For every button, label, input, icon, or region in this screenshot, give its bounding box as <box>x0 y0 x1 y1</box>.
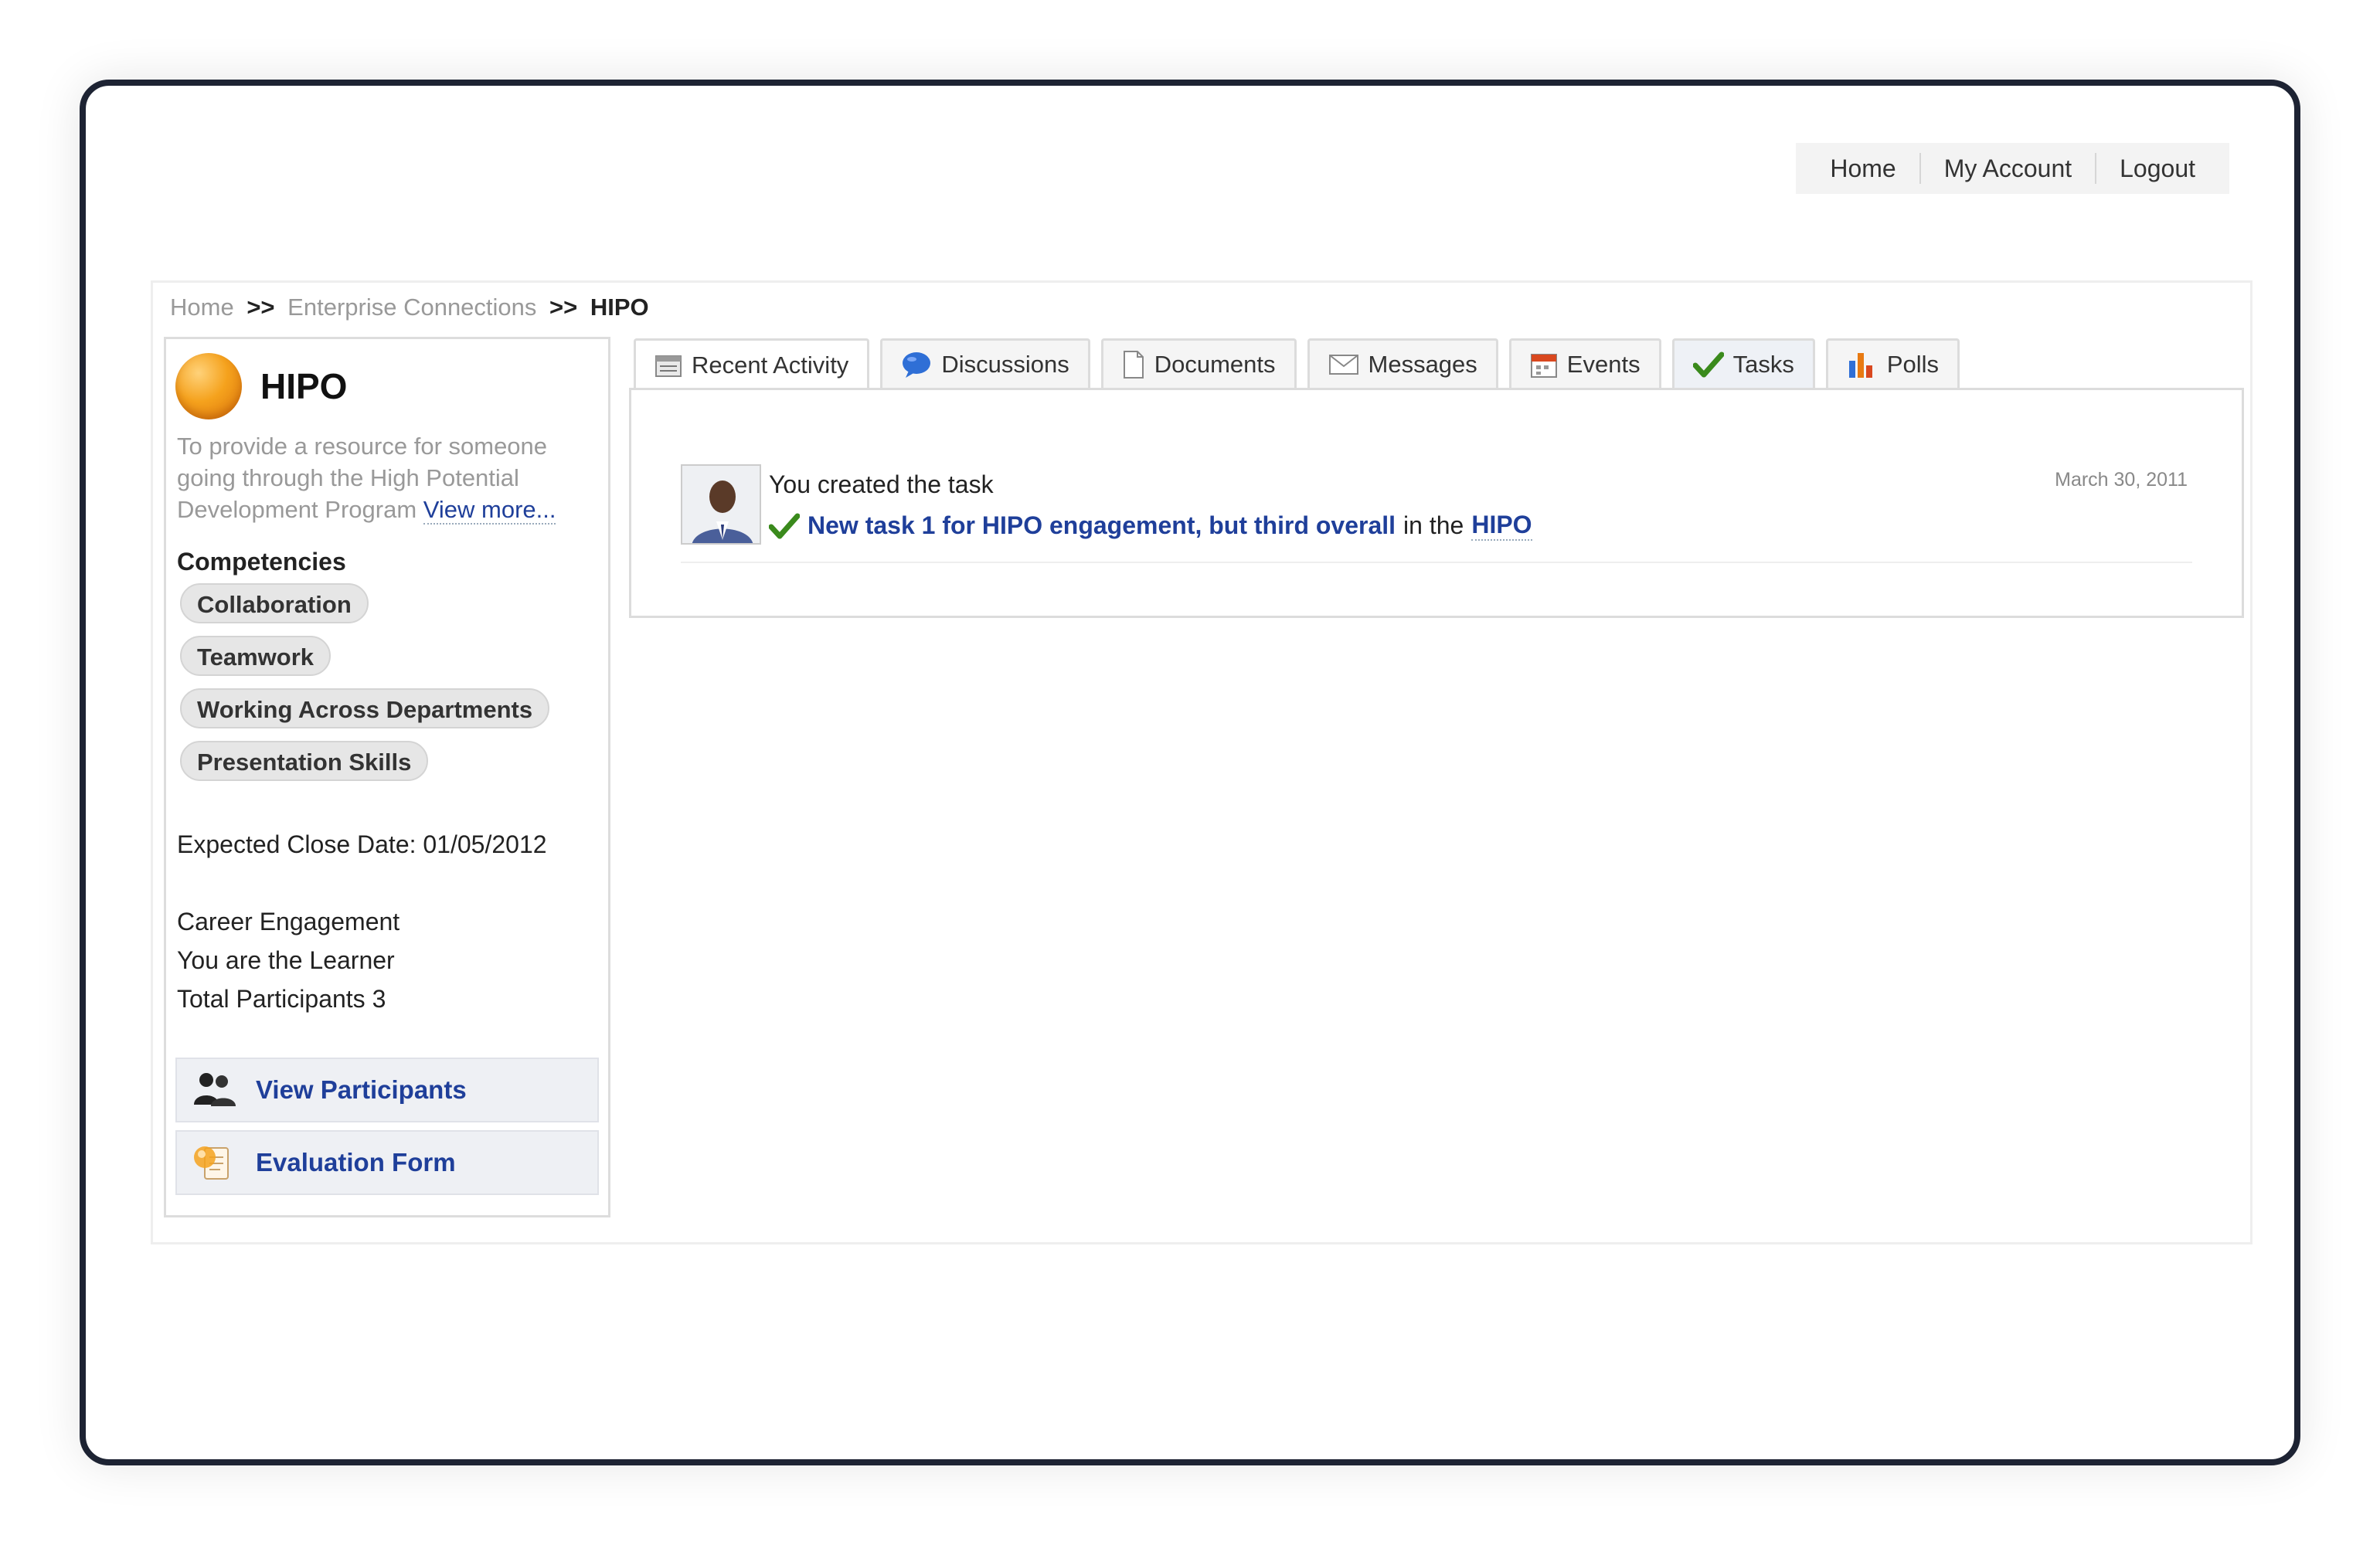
activity-date: March 30, 2011 <box>2055 469 2188 491</box>
app-window: Home My Account Logout Home >> Enterpris… <box>80 80 2300 1465</box>
breadcrumb-separator: >> <box>549 294 578 321</box>
user-role: You are the Learner <box>177 946 395 974</box>
person-avatar-icon <box>682 466 760 543</box>
task-link[interactable]: New task 1 for HIPO engagement, but thir… <box>808 511 1396 540</box>
competency-pill[interactable]: Presentation Skills <box>180 741 429 781</box>
tab-events-label: Events <box>1566 350 1640 378</box>
task-checkmark-icon <box>769 513 800 538</box>
activity-detail: New task 1 for HIPO engagement, but thir… <box>769 511 1532 541</box>
engagement-type: Career Engagement <box>177 908 400 935</box>
breadcrumb-separator: >> <box>246 294 275 321</box>
view-more-link[interactable]: View more... <box>423 496 556 525</box>
nav-logout-link[interactable]: Logout <box>2096 143 2218 194</box>
top-navigation: Home My Account Logout <box>1796 143 2229 194</box>
tab-events[interactable]: Events <box>1508 338 1661 388</box>
competencies-label: Competencies <box>177 548 346 576</box>
tab-messages-label: Messages <box>1368 350 1477 378</box>
tab-discussions-label: Discussions <box>941 350 1069 378</box>
competency-pill[interactable]: Collaboration <box>180 583 369 623</box>
checkmark-icon <box>1692 351 1724 377</box>
breadcrumb-current: HIPO <box>590 294 649 321</box>
group-header: HIPO <box>175 353 347 419</box>
tab-tasks-label: Tasks <box>1732 350 1794 378</box>
tab-tasks[interactable]: Tasks <box>1671 338 1815 388</box>
competency-pill[interactable]: Teamwork <box>180 636 332 676</box>
main-content: Home >> Enterprise Connections >> HIPO H… <box>151 280 2252 1244</box>
tab-documents[interactable]: Documents <box>1100 338 1297 388</box>
calendar-icon <box>1530 353 1557 378</box>
participant-count: Total Participants 3 <box>177 985 386 1013</box>
group-link[interactable]: HIPO <box>1471 511 1532 541</box>
view-participants-label: View Participants <box>256 1075 467 1104</box>
tab-documents-label: Documents <box>1154 350 1276 378</box>
tab-discussions[interactable]: Discussions <box>880 338 1090 388</box>
breadcrumb-enterprise-connections[interactable]: Enterprise Connections <box>287 294 536 321</box>
group-info-panel: HIPO To provide a resource for someone g… <box>164 337 610 1217</box>
group-description: To provide a resource for someone going … <box>177 430 594 525</box>
speech-bubble-icon <box>903 351 931 378</box>
breadcrumb-home[interactable]: Home <box>170 294 234 321</box>
expected-close-date: Expected Close Date: 01/05/2012 <box>177 830 547 858</box>
calendar-list-icon <box>655 355 682 377</box>
evaluation-form-label: Evaluation Form <box>256 1148 456 1177</box>
tab-recent-activity-label: Recent Activity <box>692 351 849 379</box>
nav-home-link[interactable]: Home <box>1807 143 1919 194</box>
tab-recent-activity[interactable]: Recent Activity <box>634 338 870 389</box>
document-icon <box>1123 350 1144 379</box>
tab-polls-label: Polls <box>1886 350 1940 378</box>
recent-activity-panel: You created the task New task 1 for HIPO… <box>629 388 2244 618</box>
bar-chart-icon <box>1848 352 1872 378</box>
breadcrumb: Home >> Enterprise Connections >> HIPO <box>170 294 649 321</box>
tab-bar: Recent Activity Discussions Documents Me… <box>634 338 1970 389</box>
evaluation-form-icon <box>194 1146 229 1180</box>
view-participants-button[interactable]: View Participants <box>175 1058 599 1122</box>
user-avatar[interactable] <box>681 464 761 545</box>
tab-polls[interactable]: Polls <box>1825 338 1960 388</box>
activity-item: You created the task New task 1 for HIPO… <box>681 464 2192 563</box>
activity-connector-text: in the <box>1403 511 1464 539</box>
competency-pill[interactable]: Working Across Departments <box>180 688 550 728</box>
group-title: HIPO <box>260 366 348 406</box>
group-orb-icon <box>175 353 242 419</box>
evaluation-form-button[interactable]: Evaluation Form <box>175 1130 599 1195</box>
activity-description: You created the task <box>769 470 994 498</box>
tab-messages[interactable]: Messages <box>1307 338 1498 388</box>
nav-my-account-link[interactable]: My Account <box>1921 143 2095 194</box>
people-icon <box>194 1073 236 1106</box>
envelope-icon <box>1328 354 1358 375</box>
